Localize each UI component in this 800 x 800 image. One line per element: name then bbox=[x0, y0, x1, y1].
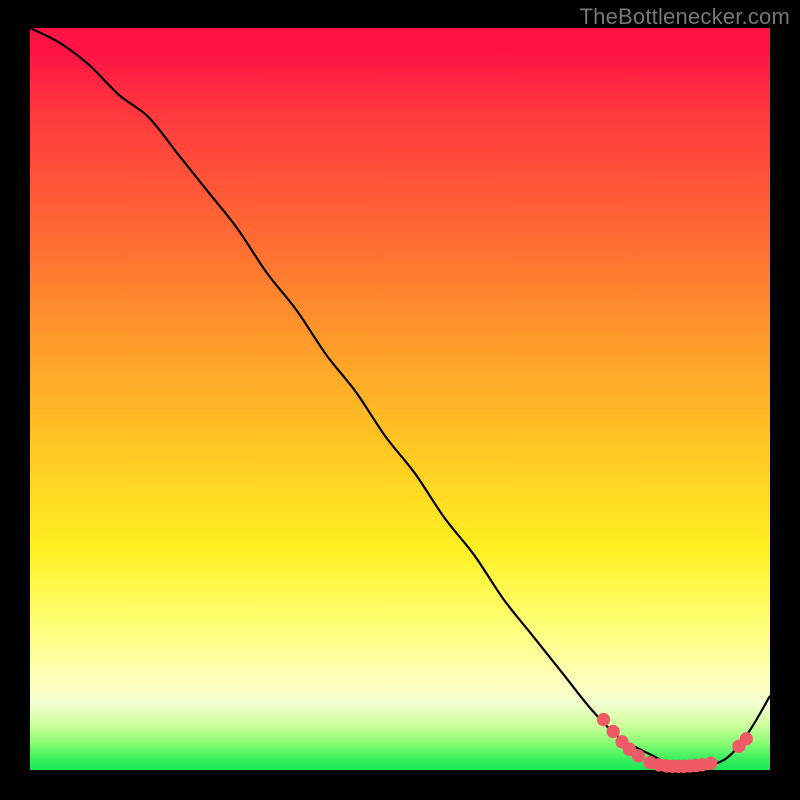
bottleneck-curve bbox=[30, 28, 770, 767]
plot-area bbox=[30, 28, 770, 770]
curve-marker bbox=[632, 749, 645, 762]
curve-marker bbox=[606, 725, 619, 738]
curve-layer bbox=[30, 28, 770, 770]
curve-markers bbox=[597, 713, 753, 773]
curve-marker bbox=[704, 757, 717, 770]
curve-marker bbox=[740, 732, 753, 745]
curve-marker bbox=[597, 713, 610, 726]
watermark-text: TheBottlenecker.com bbox=[580, 4, 790, 30]
chart-container: TheBottlenecker.com bbox=[0, 0, 800, 800]
